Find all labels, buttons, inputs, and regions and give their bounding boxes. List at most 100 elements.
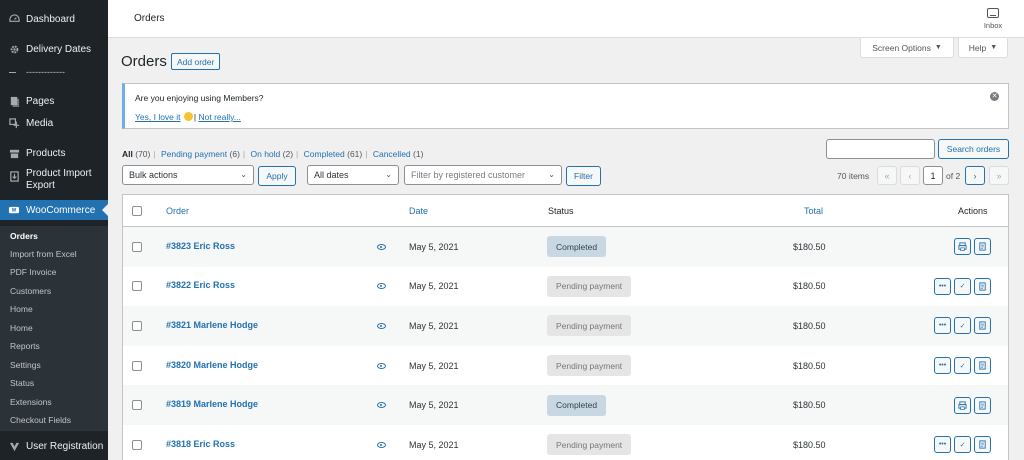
submenu-item-extensions[interactable]: Extensions <box>10 397 52 407</box>
row-checkbox[interactable] <box>132 241 142 252</box>
status-filter-pending-payment[interactable]: Pending payment (6) <box>161 149 240 159</box>
prev-page-button[interactable]: ‹ <box>900 166 920 185</box>
status-filter-label: On hold <box>250 149 281 159</box>
table-row[interactable]: #3820 Marlene Hodge May 5, 2021 Pending pa… <box>123 346 1008 386</box>
order-date: May 5, 2021 <box>409 400 459 411</box>
row-checkbox[interactable] <box>132 320 142 331</box>
processing-button[interactable]: ••• <box>934 317 951 335</box>
sidebar-item-products[interactable]: Products <box>0 144 108 162</box>
notice-no-link[interactable]: Not really... <box>199 112 241 122</box>
search-orders-button[interactable]: Search orders <box>938 139 1009 159</box>
notice-yes-link[interactable]: Yes, I love it <box>135 112 181 122</box>
filter-button[interactable]: Filter <box>566 166 601 186</box>
sidebar-item-woocommerce[interactable]: W WooCommerce <box>0 200 108 220</box>
submenu-item-settings[interactable]: Settings <box>10 360 41 370</box>
status-filter-completed[interactable]: Completed (61) <box>304 149 363 159</box>
dashboard-icon <box>7 12 21 26</box>
submenu-item-checkout-fields[interactable]: Checkout Fields <box>10 415 71 425</box>
sidebar-item-media[interactable]: Media <box>0 114 108 132</box>
order-link[interactable]: #3818 Eric Ross <box>166 439 235 449</box>
inbox-button[interactable]: Inbox <box>980 8 1006 30</box>
status-filter-label: Cancelled <box>372 149 411 159</box>
inbox-label: Inbox <box>983 21 1003 30</box>
submenu-item-orders[interactable]: Orders <box>10 231 38 241</box>
more-dots-icon: ••• <box>938 322 947 330</box>
table-row[interactable]: #3822 Eric Ross May 5, 2021 Pending paymen… <box>123 267 1008 307</box>
sidebar-item-dashboard[interactable]: Dashboard <box>0 10 108 28</box>
help-tab[interactable]: Help ▼ <box>958 38 1008 58</box>
status-filter-on-hold[interactable]: On hold (2) <box>251 149 294 159</box>
invoice-button[interactable] <box>974 277 991 295</box>
row-checkbox[interactable] <box>132 439 142 450</box>
sidebar-item-user-registration[interactable]: User Registration <box>0 437 108 455</box>
order-link[interactable]: #3819 Marlene Hodge <box>166 399 258 409</box>
status-filter-cancelled[interactable]: Cancelled (1) <box>373 149 424 159</box>
current-page-input[interactable]: 1 <box>923 166 943 185</box>
sidebar-item-label: Products <box>26 147 66 159</box>
order-date: May 5, 2021 <box>409 320 459 331</box>
column-header-total[interactable]: Total <box>804 206 823 216</box>
table-row[interactable]: #3821 Marlene Hodge May 5, 2021 Pending pa… <box>123 306 1008 346</box>
column-header-date[interactable]: Date <box>409 206 428 216</box>
complete-button[interactable]: ✓ <box>954 436 971 454</box>
customer-filter-select[interactable]: Filter by registered customer ⌄ <box>404 165 562 185</box>
row-checkbox[interactable] <box>132 281 142 292</box>
next-page-button[interactable]: › <box>965 166 985 185</box>
submenu-item-import-from-excel[interactable]: Import from Excel <box>10 249 77 259</box>
submenu-item-pdf-invoice[interactable]: PDF Invoice <box>10 267 56 277</box>
row-checkbox[interactable] <box>132 400 142 411</box>
dismiss-icon[interactable]: ✕ <box>990 92 999 101</box>
order-link[interactable]: #3821 Marlene Hodge <box>166 320 258 330</box>
screen-options-tab[interactable]: Screen Options ▼ <box>860 38 954 58</box>
submenu-item-customers[interactable]: Customers <box>10 286 51 296</box>
order-link[interactable]: #3823 Eric Ross <box>166 241 235 251</box>
row-checkbox[interactable] <box>132 360 142 371</box>
sidebar-item-product-import-export[interactable]: Product Import Export <box>0 168 108 194</box>
processing-button[interactable]: ••• <box>934 277 951 295</box>
dates-select[interactable]: All dates ⌄ <box>307 165 399 185</box>
packing-slip-button[interactable] <box>974 396 991 414</box>
bulk-actions-select[interactable]: Bulk actions ⌄ <box>122 165 254 185</box>
complete-button[interactable]: ✓ <box>954 357 971 375</box>
preview-eye-icon[interactable] <box>377 441 386 448</box>
submenu-item-reports[interactable]: Reports <box>10 341 40 351</box>
order-link[interactable]: #3820 Marlene Hodge <box>166 360 258 370</box>
select-all-checkbox[interactable] <box>132 206 142 216</box>
preview-eye-icon[interactable] <box>377 362 386 369</box>
apply-button[interactable]: Apply <box>258 166 296 186</box>
first-page-button[interactable]: « <box>877 166 897 185</box>
preview-eye-icon[interactable] <box>377 243 386 250</box>
document-icon <box>978 242 987 251</box>
last-page-button[interactable]: » <box>989 166 1009 185</box>
help-label: Help <box>968 42 987 53</box>
invoice-button[interactable] <box>974 436 991 454</box>
submenu-item-home[interactable]: Home <box>10 304 33 314</box>
preview-eye-icon[interactable] <box>377 283 386 290</box>
search-orders-input[interactable] <box>826 139 935 159</box>
table-row[interactable]: #3818 Eric Ross May 5, 2021 Pending paymen… <box>123 425 1008 460</box>
sidebar-item-pages[interactable]: Pages <box>0 92 108 110</box>
submenu-item-home-2[interactable]: Home <box>10 323 33 333</box>
submenu-item-status[interactable]: Status <box>10 378 34 388</box>
sidebar-item-delivery-dates[interactable]: Delivery Dates <box>0 40 108 58</box>
table-row[interactable]: #3819 Marlene Hodge May 5, 2021 Completed $… <box>123 385 1008 425</box>
invoice-button[interactable] <box>974 317 991 335</box>
table-row[interactable]: #3823 Eric Ross May 5, 2021 Completed $180.… <box>123 227 1008 267</box>
print-invoice-button[interactable] <box>954 238 971 256</box>
preview-eye-icon[interactable] <box>377 402 386 409</box>
caret-down-icon: ▼ <box>934 44 942 51</box>
status-filter-all[interactable]: All (70) <box>122 149 150 159</box>
processing-button[interactable]: ••• <box>934 436 951 454</box>
invoice-button[interactable] <box>974 357 991 375</box>
processing-button[interactable]: ••• <box>934 357 951 375</box>
preview-eye-icon[interactable] <box>377 322 386 329</box>
print-invoice-button[interactable] <box>954 396 971 414</box>
order-link[interactable]: #3822 Eric Ross <box>166 280 235 290</box>
packing-slip-button[interactable] <box>974 238 991 256</box>
status-badge: Completed <box>547 394 607 416</box>
column-header-order[interactable]: Order <box>166 206 189 216</box>
admin-sidebar: Dashboard Delivery Dates ------------- P… <box>0 0 108 460</box>
complete-button[interactable]: ✓ <box>954 277 971 295</box>
add-order-button[interactable]: Add order <box>171 53 221 70</box>
complete-button[interactable]: ✓ <box>954 317 971 335</box>
